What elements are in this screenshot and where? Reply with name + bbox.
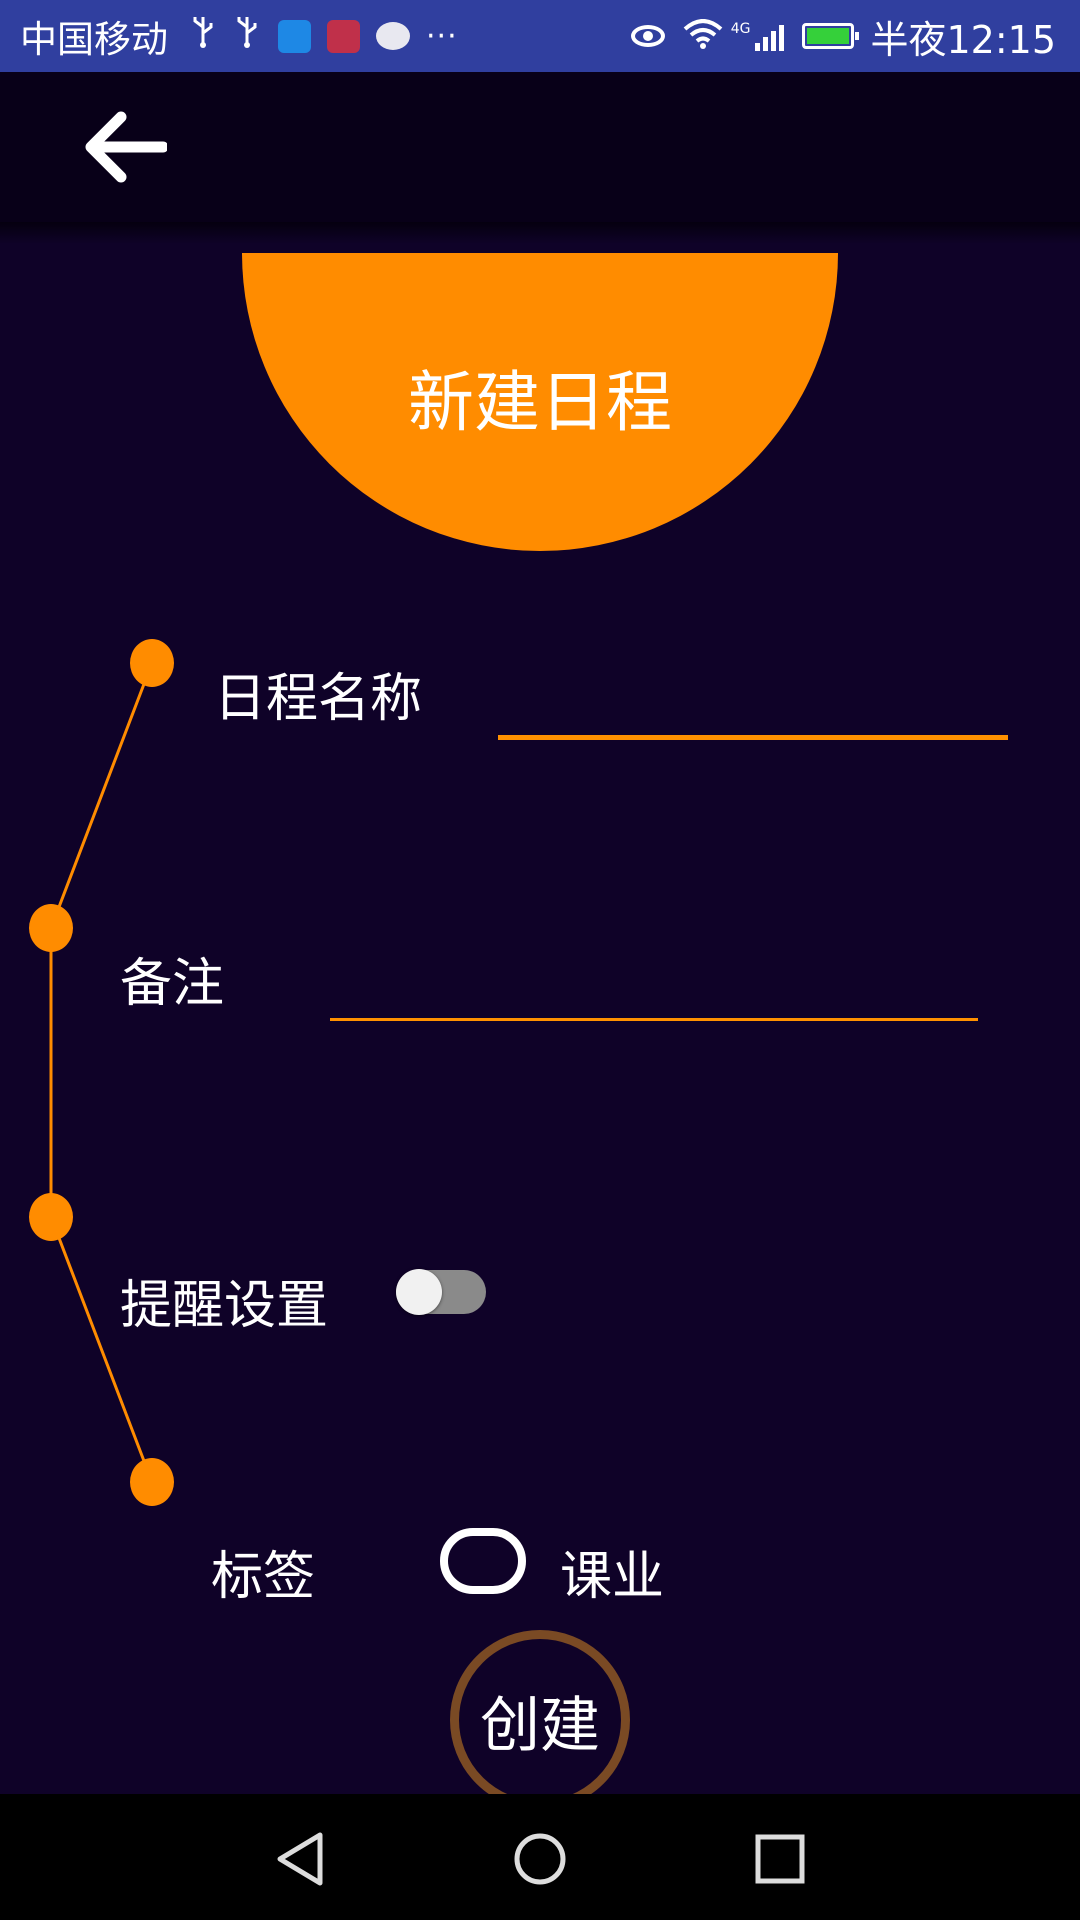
note-input[interactable] — [330, 952, 982, 1018]
cellular-signal-icon: 4G — [731, 21, 785, 51]
square-recents-icon — [755, 1834, 805, 1884]
reminder-label: 提醒设置 — [120, 1276, 329, 1336]
network-type-label: 4G — [730, 21, 751, 37]
create-button-label: 创建 — [480, 1690, 600, 1761]
tag-label: 标签 — [211, 1547, 316, 1607]
note-underline — [330, 1018, 978, 1021]
triangle-back-icon — [277, 1832, 323, 1886]
toolbar — [0, 72, 1080, 222]
schedule-name-label: 日程名称 — [214, 669, 423, 729]
status-right: 4G 半夜12:15 — [630, 0, 1056, 72]
message-bubble-icon — [376, 22, 410, 50]
tag-option-label[interactable]: 课业 — [560, 1534, 664, 1609]
reminder-toggle[interactable] — [396, 1269, 486, 1315]
tag-radio-button[interactable] — [440, 1528, 526, 1594]
status-bar: 中国移动 ··· 4G 半夜12:15 — [0, 0, 1080, 72]
usb-icon — [190, 15, 216, 58]
back-button[interactable] — [80, 102, 170, 192]
step-dot-2 — [29, 904, 73, 952]
huawei-app-icon — [327, 19, 360, 53]
nav-back-button[interactable] — [265, 1824, 335, 1894]
battery-charging-icon — [802, 23, 860, 49]
clock: 半夜12:15 — [870, 17, 1056, 62]
schedule-name-underline — [498, 735, 1008, 740]
more-notifications-icon: ··· — [426, 18, 458, 54]
nav-recents-button[interactable] — [745, 1824, 815, 1894]
schedule-name-input[interactable] — [498, 665, 1012, 735]
step-dot-1 — [130, 639, 174, 687]
arrow-left-icon — [85, 111, 167, 183]
create-button[interactable]: 创建 — [450, 1630, 630, 1810]
wifi-icon — [683, 14, 723, 58]
system-nav-bar — [0, 1794, 1080, 1920]
app-notification-icon — [278, 19, 311, 53]
toolbar-shadow — [0, 222, 1080, 244]
header-disc: 新建日程 — [242, 253, 838, 551]
step-dot-4 — [130, 1458, 174, 1506]
screen: 中国移动 ··· 4G 半夜12:15 新建日程 日程名称 备注 提醒设置 标签… — [0, 0, 1080, 1920]
circle-home-icon — [514, 1833, 566, 1885]
carrier-name: 中国移动 — [20, 18, 168, 61]
nav-home-button[interactable] — [505, 1824, 575, 1894]
status-left: 中国移动 ··· — [20, 0, 458, 72]
page-title: 新建日程 — [408, 364, 672, 441]
eye-comfort-icon — [630, 25, 665, 47]
note-label: 备注 — [120, 954, 225, 1014]
reminder-toggle-thumb — [396, 1269, 442, 1315]
usb-debug-icon — [234, 15, 260, 58]
step-dot-3 — [29, 1193, 73, 1241]
